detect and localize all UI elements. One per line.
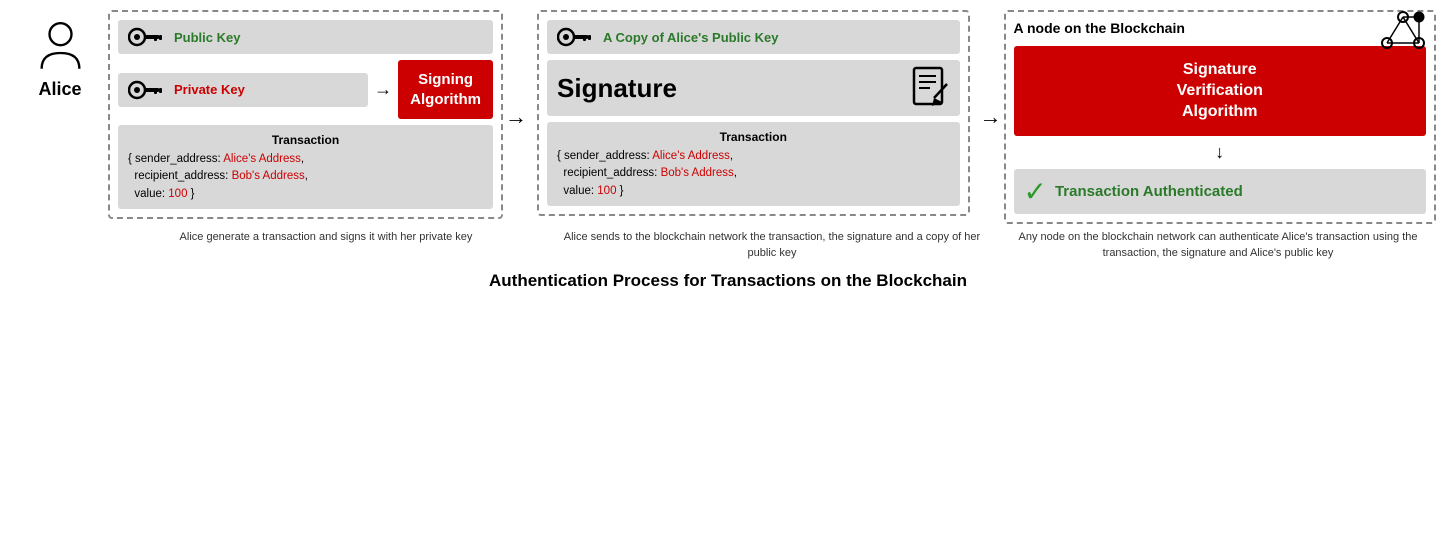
transaction-box-2: Transaction { sender_address: Alice's Ad…: [547, 122, 960, 206]
main-diagram: Alice Public Key: [20, 10, 1436, 291]
network-icon: [1377, 7, 1429, 59]
alice-label: Alice: [38, 79, 81, 100]
alice-avatar: [33, 20, 88, 75]
public-key-icon: [128, 26, 166, 48]
copy-pubkey-label: A Copy of Alice's Public Key: [603, 30, 779, 45]
panel-2: A Copy of Alice's Public Key Signature: [537, 10, 970, 216]
caption-3: Any node on the blockchain network can a…: [1000, 230, 1436, 261]
private-key-box: Private Key: [118, 73, 368, 107]
private-key-row: Private Key → Signing Algorithm: [118, 60, 493, 119]
panel-1: Public Key Private Key → Signing: [108, 10, 503, 219]
signature-label: Signature: [557, 73, 900, 104]
arrow-down-to-auth: ↓: [1014, 142, 1427, 163]
signature-box: Signature: [547, 60, 960, 116]
private-key-label: Private Key: [174, 82, 245, 97]
caption-1: Alice generate a transaction and signs i…: [108, 230, 544, 261]
sig-ver-algo-box: Signature Verification Algorithm: [1014, 46, 1427, 136]
private-key-icon: [128, 79, 166, 101]
transaction-auth-box: ✓ Transaction Authenticated: [1014, 169, 1427, 214]
signing-algo-box: Signing Algorithm: [398, 60, 493, 119]
transaction-box-1: Transaction { sender_address: Alice's Ad…: [118, 125, 493, 209]
public-key-box: Public Key: [118, 20, 493, 54]
blockchain-node-icon: [1377, 7, 1429, 64]
copy-pubkey-icon: [557, 26, 595, 48]
diagram-area: Alice Public Key: [20, 10, 1436, 224]
green-checkmark: ✓: [1024, 175, 1047, 208]
bottom-title: Authentication Process for Transactions …: [489, 271, 967, 291]
caption-2: Alice sends to the blockchain network th…: [554, 230, 990, 261]
arrow-panel1-panel2: →: [503, 104, 529, 130]
transaction-auth-label: Transaction Authenticated: [1055, 183, 1243, 200]
arrow-panel2-panel3: →: [978, 104, 1004, 130]
copy-pubkey-box: A Copy of Alice's Public Key: [547, 20, 960, 54]
node-label: A node on the Blockchain: [1014, 20, 1427, 36]
captions-row: Alice generate a transaction and signs i…: [20, 230, 1436, 261]
public-key-label: Public Key: [174, 30, 240, 45]
alice-section: Alice: [20, 10, 100, 100]
document-icon: [912, 66, 950, 110]
panel-3: A node on the Blockchain Signature: [1004, 10, 1437, 224]
arrow-to-signing: →: [374, 79, 392, 100]
